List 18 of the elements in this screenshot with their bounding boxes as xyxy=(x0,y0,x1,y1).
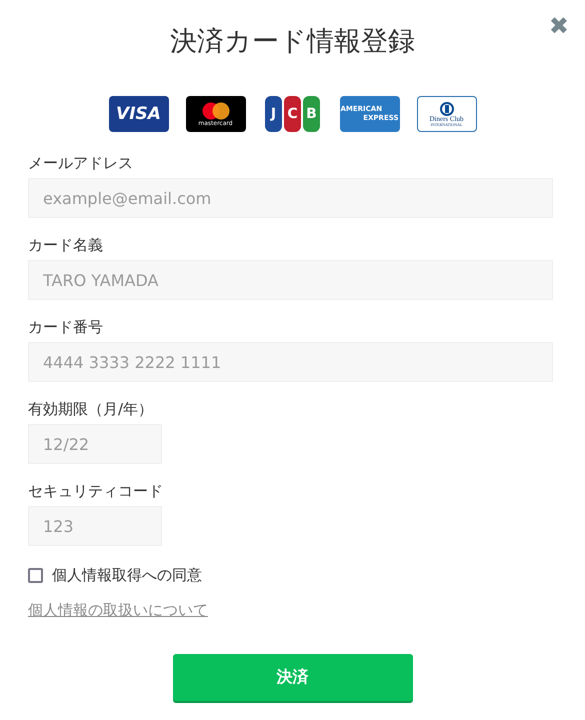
dialog-title: 決済カード情報登録 xyxy=(169,25,416,59)
input-field[interactable]: 4444 3333 2222 1111 xyxy=(28,342,553,382)
field-label: カード名義 xyxy=(28,235,104,256)
field-label: メールアドレス xyxy=(28,153,134,174)
field-label: 有効期限（月/年） xyxy=(28,399,154,420)
field-label: カード番号 xyxy=(28,317,104,338)
input-field[interactable]: 12/22 xyxy=(28,424,162,464)
field-label: セキュリティコード xyxy=(28,481,164,502)
visa-logo: VISA xyxy=(108,96,168,132)
input-field[interactable]: TARO YAMADA xyxy=(28,260,553,300)
input-field[interactable]: example@email.com xyxy=(28,178,553,218)
close-button[interactable]: ✖ xyxy=(548,14,569,38)
consent-label: 個人情報取得への同意 xyxy=(52,565,202,586)
privacy-link[interactable]: 個人情報の取扱いについて xyxy=(28,598,208,621)
checkbox[interactable] xyxy=(28,568,43,583)
input-field[interactable]: 123 xyxy=(28,506,162,546)
pay-button[interactable]: 決済 xyxy=(172,654,412,700)
jcb-logo: J C B xyxy=(262,96,322,132)
